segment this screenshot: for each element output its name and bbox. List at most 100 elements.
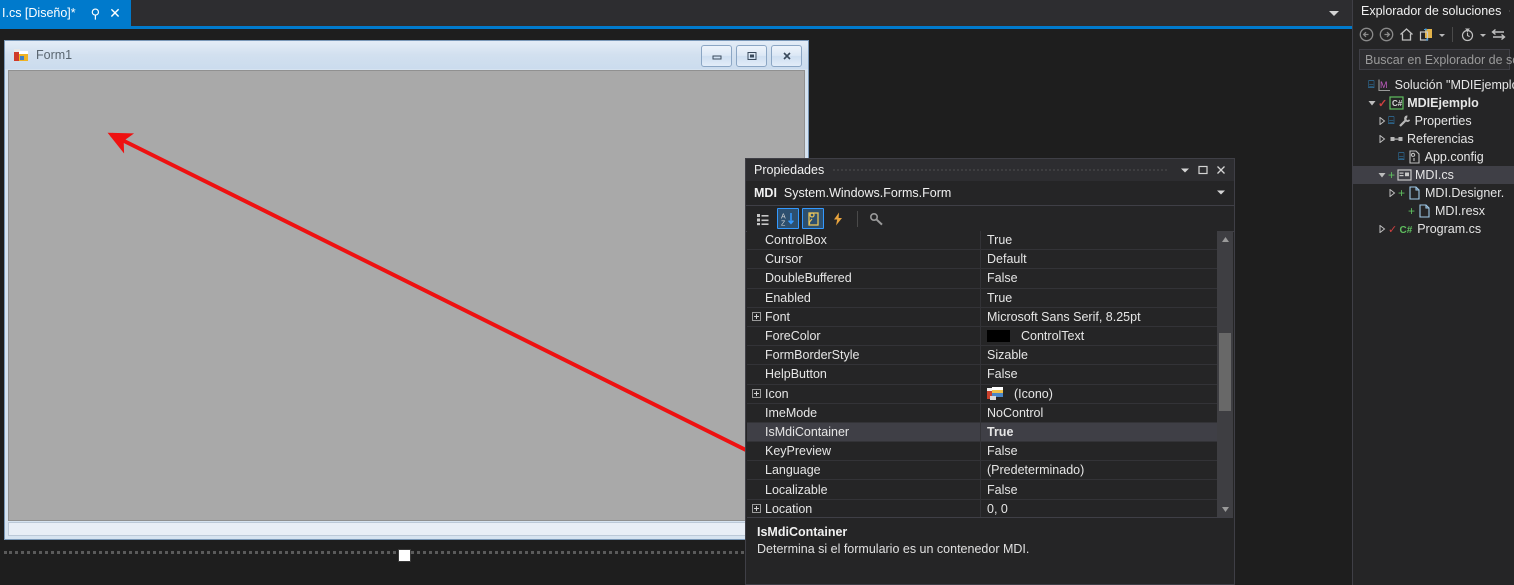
form-minimize-button[interactable] xyxy=(701,45,732,67)
property-row[interactable]: DoubleBuffered False xyxy=(747,269,1217,289)
solution-explorer-drag-grip[interactable] xyxy=(1508,0,1510,22)
property-value[interactable]: ControlText xyxy=(981,329,1217,343)
solution-explorer-tree[interactable]: ⌸ M Solución "MDIEjemplo" ✓ C# MDIEjemplo ⌸ Pro… xyxy=(1353,76,1514,238)
form-maximize-button[interactable] xyxy=(736,45,767,67)
collapsed-arrow-icon[interactable] xyxy=(1385,189,1398,197)
refresh-icon[interactable] xyxy=(1489,25,1508,45)
form-close-button[interactable] xyxy=(771,45,802,67)
property-value[interactable]: Default xyxy=(981,252,1217,266)
tree-node[interactable]: + MDI.cs xyxy=(1353,166,1514,184)
solution-icon: M xyxy=(1376,78,1393,92)
scrollbar-thumb[interactable] xyxy=(1219,333,1231,411)
svg-text:A: A xyxy=(781,213,786,220)
property-value[interactable]: Microsoft Sans Serif, 8.25pt xyxy=(981,310,1217,324)
close-icon[interactable]: ✕ xyxy=(105,6,125,20)
property-grid[interactable]: ControlBox True Cursor Default DoubleBuffere… xyxy=(747,231,1233,517)
property-value[interactable]: (Predeterminado) xyxy=(981,463,1217,477)
property-value[interactable]: True xyxy=(981,425,1217,439)
expand-icon[interactable] xyxy=(747,389,765,399)
expanded-arrow-icon[interactable] xyxy=(1365,99,1378,107)
expanded-arrow-icon[interactable] xyxy=(1375,171,1388,179)
config-file-icon xyxy=(1406,150,1423,164)
sync-dropdown-caret-icon[interactable] xyxy=(1437,25,1447,45)
collapsed-arrow-icon[interactable] xyxy=(1375,117,1388,125)
properties-close-icon[interactable] xyxy=(1212,161,1230,179)
tree-node[interactable]: Referencias xyxy=(1353,130,1514,148)
properties-maximize-icon[interactable] xyxy=(1194,161,1212,179)
property-row[interactable]: Localizable False xyxy=(747,480,1217,500)
designed-form-window[interactable]: Form1 xyxy=(4,40,809,540)
expand-icon[interactable] xyxy=(747,312,765,322)
property-value[interactable]: Sizable xyxy=(981,348,1217,362)
filter-dropdown-caret-icon[interactable] xyxy=(1478,25,1488,45)
property-row[interactable]: Font Microsoft Sans Serif, 8.25pt xyxy=(747,307,1217,327)
scroll-up-icon[interactable] xyxy=(1217,231,1233,247)
property-row[interactable]: ControlBox True xyxy=(747,231,1217,251)
property-value[interactable]: 0, 0 xyxy=(981,502,1217,516)
pending-changes-filter-icon[interactable] xyxy=(1458,25,1477,45)
solution-explorer-title-bar[interactable]: Explorador de soluciones xyxy=(1353,0,1514,22)
properties-view-button[interactable] xyxy=(802,208,824,229)
form-title-label: Form1 xyxy=(36,48,73,62)
property-row[interactable]: KeyPreview False xyxy=(747,442,1217,462)
expand-icon[interactable] xyxy=(747,504,765,514)
tree-node[interactable]: ⌸ Properties xyxy=(1353,112,1514,130)
property-value[interactable]: True xyxy=(981,291,1217,305)
property-row[interactable]: Cursor Default xyxy=(747,250,1217,270)
property-grid-scrollbar[interactable] xyxy=(1217,231,1233,517)
tree-node[interactable]: ✓ C# MDIEjemplo xyxy=(1353,94,1514,112)
property-row[interactable]: HelpButton False xyxy=(747,365,1217,385)
properties-dropdown-icon[interactable] xyxy=(1176,161,1194,179)
back-icon[interactable] xyxy=(1357,25,1376,45)
form-client-area[interactable] xyxy=(8,70,805,521)
form-title-bar[interactable]: Form1 xyxy=(5,41,808,69)
solution-explorer-panel[interactable]: Explorador de soluciones Buscar en Explo… xyxy=(1352,0,1514,585)
property-row[interactable]: Location 0, 0 xyxy=(747,499,1217,517)
property-name: Location xyxy=(765,499,981,517)
property-row[interactable]: FormBorderStyle Sizable xyxy=(747,346,1217,366)
chevron-down-icon[interactable] xyxy=(1326,0,1342,26)
properties-object-selector[interactable]: MDI System.Windows.Forms.Form xyxy=(746,181,1234,206)
chevron-down-icon[interactable] xyxy=(1216,187,1230,200)
tree-node[interactable]: ⌸ M Solución "MDIEjemplo" xyxy=(1353,76,1514,94)
properties-panel[interactable]: Propiedades MDI System.Windows.Forms.For… xyxy=(745,158,1235,585)
home-icon[interactable] xyxy=(1397,25,1416,45)
lock-icon: ⌸ xyxy=(1368,78,1375,91)
property-value[interactable]: False xyxy=(981,483,1217,497)
property-value[interactable]: (Icono) xyxy=(981,387,1217,401)
solution-explorer-search-input[interactable]: Buscar en Explorador de soluc xyxy=(1359,49,1514,70)
property-value[interactable]: False xyxy=(981,444,1217,458)
property-value-text: 0, 0 xyxy=(987,501,1008,516)
tree-node[interactable]: ✓ C# Program.cs xyxy=(1353,220,1514,238)
lock-icon: ⌸ xyxy=(1388,114,1395,127)
properties-title-bar[interactable]: Propiedades xyxy=(746,159,1234,181)
property-row[interactable]: ImeMode NoControl xyxy=(747,403,1217,423)
property-row[interactable]: Enabled True xyxy=(747,288,1217,308)
property-pages-button[interactable] xyxy=(866,208,888,229)
property-value[interactable]: True xyxy=(981,233,1217,247)
property-value[interactable]: NoControl xyxy=(981,406,1217,420)
editor-tab-mdi-designer[interactable]: I.cs [Diseño]* ⚲ ✕ xyxy=(0,0,131,26)
form-resize-grip[interactable] xyxy=(398,549,411,562)
collapsed-arrow-icon[interactable] xyxy=(1375,225,1388,233)
property-value[interactable]: False xyxy=(981,367,1217,381)
property-row[interactable]: Language (Predeterminado) xyxy=(747,461,1217,481)
tree-node[interactable]: ⌸ App.config xyxy=(1353,148,1514,166)
pin-icon[interactable]: ⚲ xyxy=(86,7,106,20)
scroll-down-icon[interactable] xyxy=(1217,501,1233,517)
tree-node-label: Program.cs xyxy=(1417,222,1482,236)
categorized-view-button[interactable] xyxy=(752,208,774,229)
events-view-button[interactable] xyxy=(827,208,849,229)
properties-drag-grip[interactable] xyxy=(832,159,1168,181)
property-row[interactable]: IsMdiContainer True xyxy=(747,422,1217,443)
tree-node[interactable]: + MDI.resx xyxy=(1353,202,1514,220)
tree-node[interactable]: + MDI.Designer. xyxy=(1353,184,1514,202)
forward-icon[interactable] xyxy=(1377,25,1396,45)
property-description-body: Determina si el formulario es un contene… xyxy=(757,542,1030,556)
property-row[interactable]: Icon (Icono) xyxy=(747,384,1217,404)
sync-with-active-document-icon[interactable] xyxy=(1417,25,1436,45)
property-value[interactable]: False xyxy=(981,271,1217,285)
alphabetical-view-button[interactable]: A Z xyxy=(777,208,799,229)
property-row[interactable]: ForeColor ControlText xyxy=(747,326,1217,347)
collapsed-arrow-icon[interactable] xyxy=(1375,135,1388,143)
